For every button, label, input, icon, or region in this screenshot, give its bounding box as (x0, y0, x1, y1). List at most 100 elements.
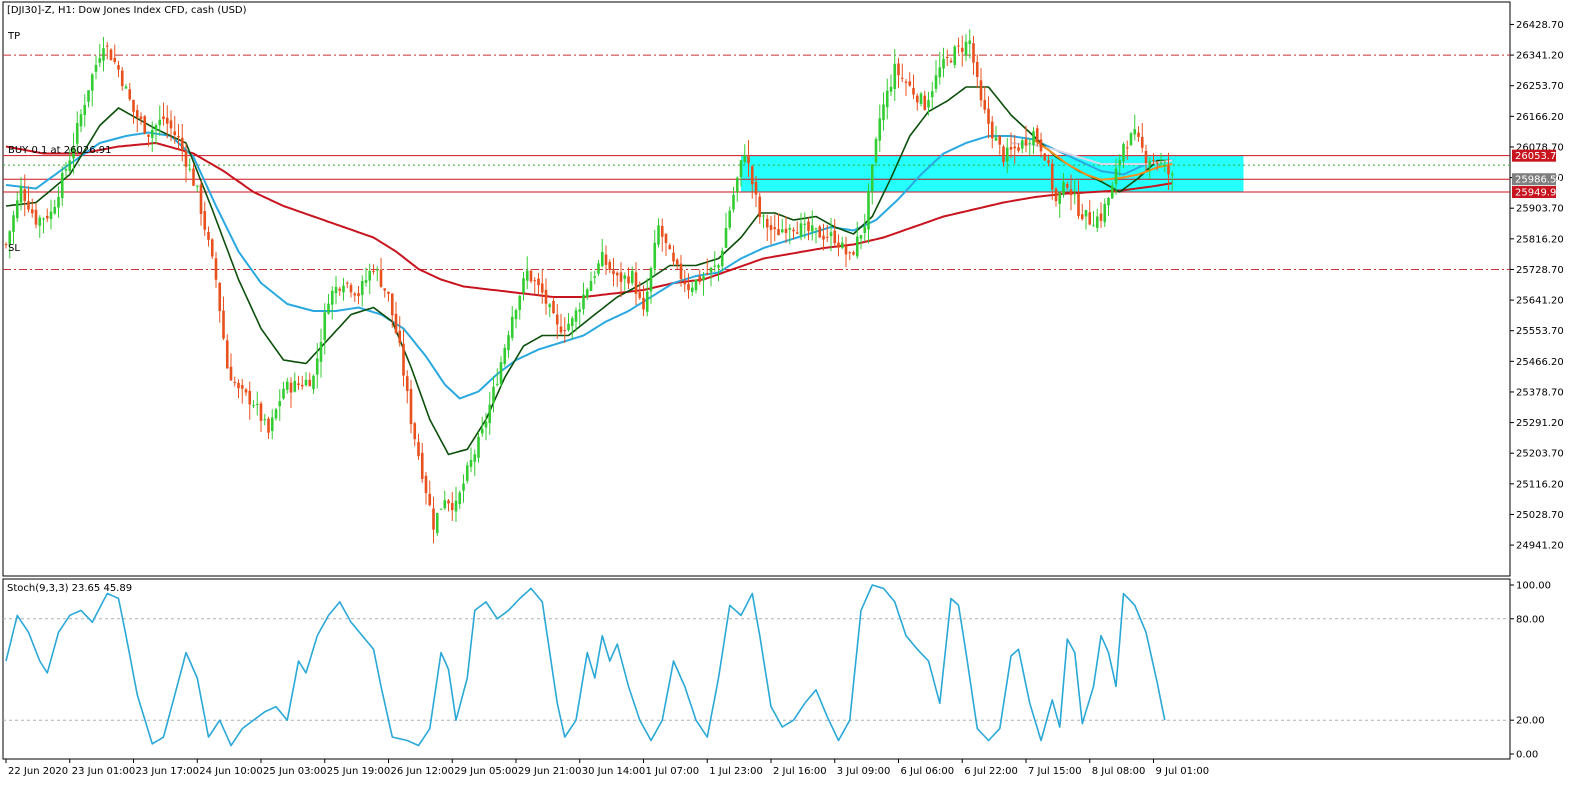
time-tick-label: 26 Jun 12:00 (391, 766, 455, 777)
candle (139, 112, 143, 125)
candle-body (597, 263, 600, 274)
candle (79, 109, 83, 132)
candle-body (1058, 192, 1062, 204)
candle-body (1159, 162, 1163, 164)
candle-body (499, 362, 503, 385)
candle-body (807, 221, 810, 231)
candle (34, 202, 38, 229)
candle-body (267, 418, 270, 433)
candle (368, 263, 372, 295)
candle (889, 74, 893, 96)
candle-body (559, 326, 563, 333)
candle (555, 304, 559, 339)
candle (87, 90, 90, 108)
candle-body (1133, 129, 1137, 135)
candle-body (1107, 197, 1110, 206)
candle (222, 296, 225, 341)
candle-body (255, 403, 259, 405)
candle-body (567, 323, 570, 331)
candle-body (949, 60, 953, 63)
price-tick-label: 25291.20 (1516, 418, 1564, 429)
candle-body (897, 63, 900, 76)
candle (728, 206, 732, 231)
candle-body (338, 288, 342, 291)
candle-body (728, 210, 732, 228)
trading-chart-window[interactable]: 26428.70 26341.20 26253.70 26166.20 26078.70… (0, 0, 1594, 795)
candle (394, 301, 398, 335)
candle (518, 294, 522, 320)
candle (398, 316, 402, 347)
candle (473, 449, 477, 477)
candle (450, 491, 454, 522)
time-tick-label: 6 Jul 06:00 (901, 766, 955, 777)
stochastic-panel-frame (2, 578, 1511, 760)
candle (1032, 127, 1035, 155)
candle-body (1035, 128, 1039, 143)
candle-body (195, 185, 199, 187)
candle-body (1005, 147, 1009, 162)
candle-body (240, 385, 244, 389)
candle (863, 213, 867, 242)
candle-body (394, 313, 398, 333)
candle-body (12, 215, 15, 232)
candle (1129, 131, 1133, 146)
candle-body (589, 280, 593, 292)
candle (563, 317, 567, 343)
candle-body (792, 229, 795, 232)
candle-body (188, 168, 192, 170)
candle-body (672, 252, 675, 262)
candle (192, 163, 195, 187)
price-tag: 25949.90 (1512, 186, 1563, 199)
candle (300, 375, 304, 390)
stochastic-tick-label: 100.00 (1516, 581, 1551, 592)
candle-body (747, 155, 750, 164)
candle (529, 269, 533, 284)
candle-body (1167, 165, 1170, 175)
candle (972, 35, 975, 75)
candle-body (953, 46, 957, 65)
candle-body (207, 231, 210, 240)
candle (593, 270, 597, 285)
candle-body (49, 211, 53, 220)
candle (477, 431, 480, 463)
candle-body (282, 388, 285, 399)
candle (27, 186, 30, 213)
candle-body (334, 286, 338, 294)
stochastic-panel[interactable]: 100.00 80.00 20.00 0.00 Stoch(9,3,3) 23.65 … (2, 578, 1551, 761)
candle (285, 377, 289, 394)
candle-body (214, 258, 218, 280)
candle (724, 212, 728, 248)
candle-body (608, 261, 612, 270)
candle-body (1125, 147, 1129, 149)
chart-canvas[interactable]: 26428.7026341.2026253.7026166.2026078.70… (0, 0, 1594, 795)
candle (522, 271, 525, 301)
time-tick-label: 29 Jun 21:00 (518, 766, 582, 777)
candle-body (814, 228, 818, 230)
candle-body (615, 272, 619, 276)
candle (270, 409, 274, 440)
candle-body (1002, 146, 1005, 163)
candle (923, 90, 927, 111)
candle-body (750, 166, 754, 185)
candle (465, 461, 469, 484)
candle-body (1095, 216, 1099, 228)
candle-body (1065, 184, 1069, 188)
candle-body (720, 250, 724, 267)
candle-body (743, 155, 747, 162)
candle-body (132, 99, 135, 112)
candle-body (252, 405, 255, 407)
candle-body (1080, 214, 1084, 219)
candle (840, 236, 844, 250)
candle-body (717, 265, 720, 268)
candle (462, 474, 465, 503)
candle-body (833, 230, 837, 244)
candle-body (248, 390, 252, 405)
candle (1080, 203, 1084, 221)
candle-body (357, 293, 360, 297)
candle-body (192, 168, 195, 186)
candle (900, 63, 904, 83)
candle-body (653, 242, 657, 269)
price-tag-label: 25949.90 (1515, 188, 1563, 199)
candle-body (803, 223, 807, 225)
price-panel[interactable]: 26428.7026341.2026253.7026166.2026078.70… (2, 1, 1564, 577)
